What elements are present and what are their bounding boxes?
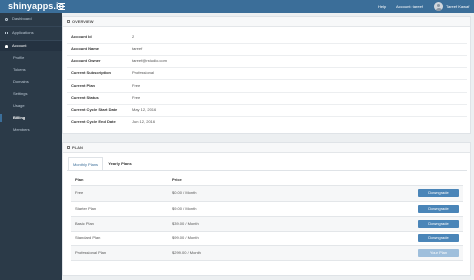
plan-title: PLAN xyxy=(72,145,83,150)
sidebar-item-label: Tokens xyxy=(13,67,26,72)
overview-label-cycle-start: Current Cycle Start Date xyxy=(71,107,118,112)
downgrade-starter-button[interactable]: Downgrade xyxy=(418,205,459,213)
sidebar-item-label: Billing xyxy=(13,115,26,120)
sidebar-item-label: Account xyxy=(12,43,27,48)
overview-label-account-owner: Account Owner xyxy=(71,58,101,63)
sidebar-item-label: Usage xyxy=(13,103,25,108)
plan-price-professional: $299.00 / Month xyxy=(172,250,201,255)
sidebar-item-label: Domains xyxy=(13,79,29,84)
overview-label-account-name: Account Name xyxy=(71,46,100,51)
plan-price-starter: $9.00 / Month xyxy=(172,206,197,211)
applications-icon xyxy=(5,31,8,35)
row-divider xyxy=(67,92,467,93)
account-switcher[interactable]: Account: tareef xyxy=(396,0,423,13)
row-divider xyxy=(67,67,467,68)
sidebar-item-label: Dashboard xyxy=(12,16,32,21)
overview-label-account-id: Account Id xyxy=(71,34,92,39)
app-logo[interactable]: shinyapps.io xyxy=(8,0,64,13)
sidebar-item-label: Applications xyxy=(12,30,34,35)
user-avatar-icon[interactable] xyxy=(434,2,443,11)
row-divider xyxy=(71,260,463,261)
plan-name-free: Free xyxy=(75,190,84,195)
table-row xyxy=(71,246,463,261)
row-divider xyxy=(67,55,467,56)
row-divider xyxy=(67,79,467,80)
sidebar: Dashboard Applications Account Profile T… xyxy=(0,13,62,280)
overview-label-current-plan: Current Plan xyxy=(71,83,96,88)
your-plan-button: Your Plan xyxy=(418,249,459,257)
sidebar-item-dashboard[interactable]: Dashboard xyxy=(0,14,62,24)
column-header-price: Price xyxy=(172,177,182,182)
sidebar-item-label: Profile xyxy=(13,55,25,60)
table-row xyxy=(71,186,463,201)
row-divider xyxy=(67,43,467,44)
overview-value-account-id: 2 xyxy=(132,34,135,39)
sidebar-item-settings[interactable]: Settings xyxy=(0,89,62,99)
overview-value-cycle-end: Jun 12, 2016 xyxy=(132,119,156,124)
plan-icon xyxy=(67,146,70,149)
row-divider xyxy=(67,104,467,105)
overview-value-account-name: tareef xyxy=(132,46,143,51)
sidebar-item-label: Members xyxy=(13,127,30,132)
sidebar-item-members[interactable]: Members xyxy=(0,125,62,135)
overview-label-current-status: Current Status xyxy=(71,95,99,100)
column-header-plan: Plan xyxy=(75,177,84,182)
row-divider xyxy=(67,116,467,117)
downgrade-standard-button[interactable]: Downgrade xyxy=(418,234,459,242)
overview-value-current-plan: Free xyxy=(132,83,141,88)
plan-name-starter: Starter Plan xyxy=(75,206,97,211)
sidebar-item-domains[interactable]: Domains xyxy=(0,77,62,87)
account-icon xyxy=(5,44,8,48)
overview-title: OVERVIEW xyxy=(72,19,94,24)
overview-label-cycle-end: Current Cycle End Date xyxy=(71,119,116,124)
sidebar-item-billing[interactable]: Billing xyxy=(0,113,62,123)
plan-price-free: $0.00 / Month xyxy=(172,190,197,195)
plan-price-standard: $99.00 / Month xyxy=(172,235,199,240)
table-row xyxy=(71,217,463,232)
sidebar-item-applications[interactable]: Applications xyxy=(0,28,62,38)
sidebar-item-usage[interactable]: Usage xyxy=(0,101,62,111)
overview-value-current-status: Free xyxy=(132,95,141,100)
plan-name-standard: Standard Plan xyxy=(75,235,101,240)
sidebar-item-tokens[interactable]: Tokens xyxy=(0,65,62,75)
plan-panel-header: PLAN xyxy=(63,143,470,153)
top-navbar: shinyapps.io Help Account: tareef Tareef… xyxy=(0,0,474,13)
help-link[interactable]: Help xyxy=(378,0,386,13)
sidebar-item-profile[interactable]: Profile xyxy=(0,53,62,63)
downgrade-free-button[interactable]: Downgrade xyxy=(418,189,459,197)
plan-name-professional: Professional Plan xyxy=(75,250,107,255)
sidebar-item-account[interactable]: Account xyxy=(0,41,62,51)
downgrade-basic-button[interactable]: Downgrade xyxy=(418,220,459,228)
overview-value-current-subscription: Professional xyxy=(132,70,155,75)
dashboard-icon xyxy=(5,17,8,21)
sidebar-item-label: Settings xyxy=(13,91,28,96)
table-row xyxy=(71,202,463,217)
tab-monthly-plans[interactable]: Monthly Plans xyxy=(68,157,103,170)
overview-value-account-owner: tareef@rstudio.com xyxy=(132,58,167,63)
overview-icon xyxy=(67,20,70,23)
plan-name-basic: Basic Plan xyxy=(75,221,94,226)
tabs-divider xyxy=(67,170,467,171)
user-menu[interactable]: Tareef Kawaf xyxy=(446,0,469,13)
overview-label-current-subscription: Current Subscription xyxy=(71,70,112,75)
sidebar-divider xyxy=(0,26,62,27)
plan-price-basic: $39.00 / Month xyxy=(172,221,199,226)
tab-yearly-plans[interactable]: Yearly Plans xyxy=(104,157,136,170)
overview-panel-header: OVERVIEW xyxy=(63,17,470,27)
hamburger-menu-icon[interactable] xyxy=(58,3,65,10)
overview-value-cycle-start: May 12, 2016 xyxy=(132,107,157,112)
